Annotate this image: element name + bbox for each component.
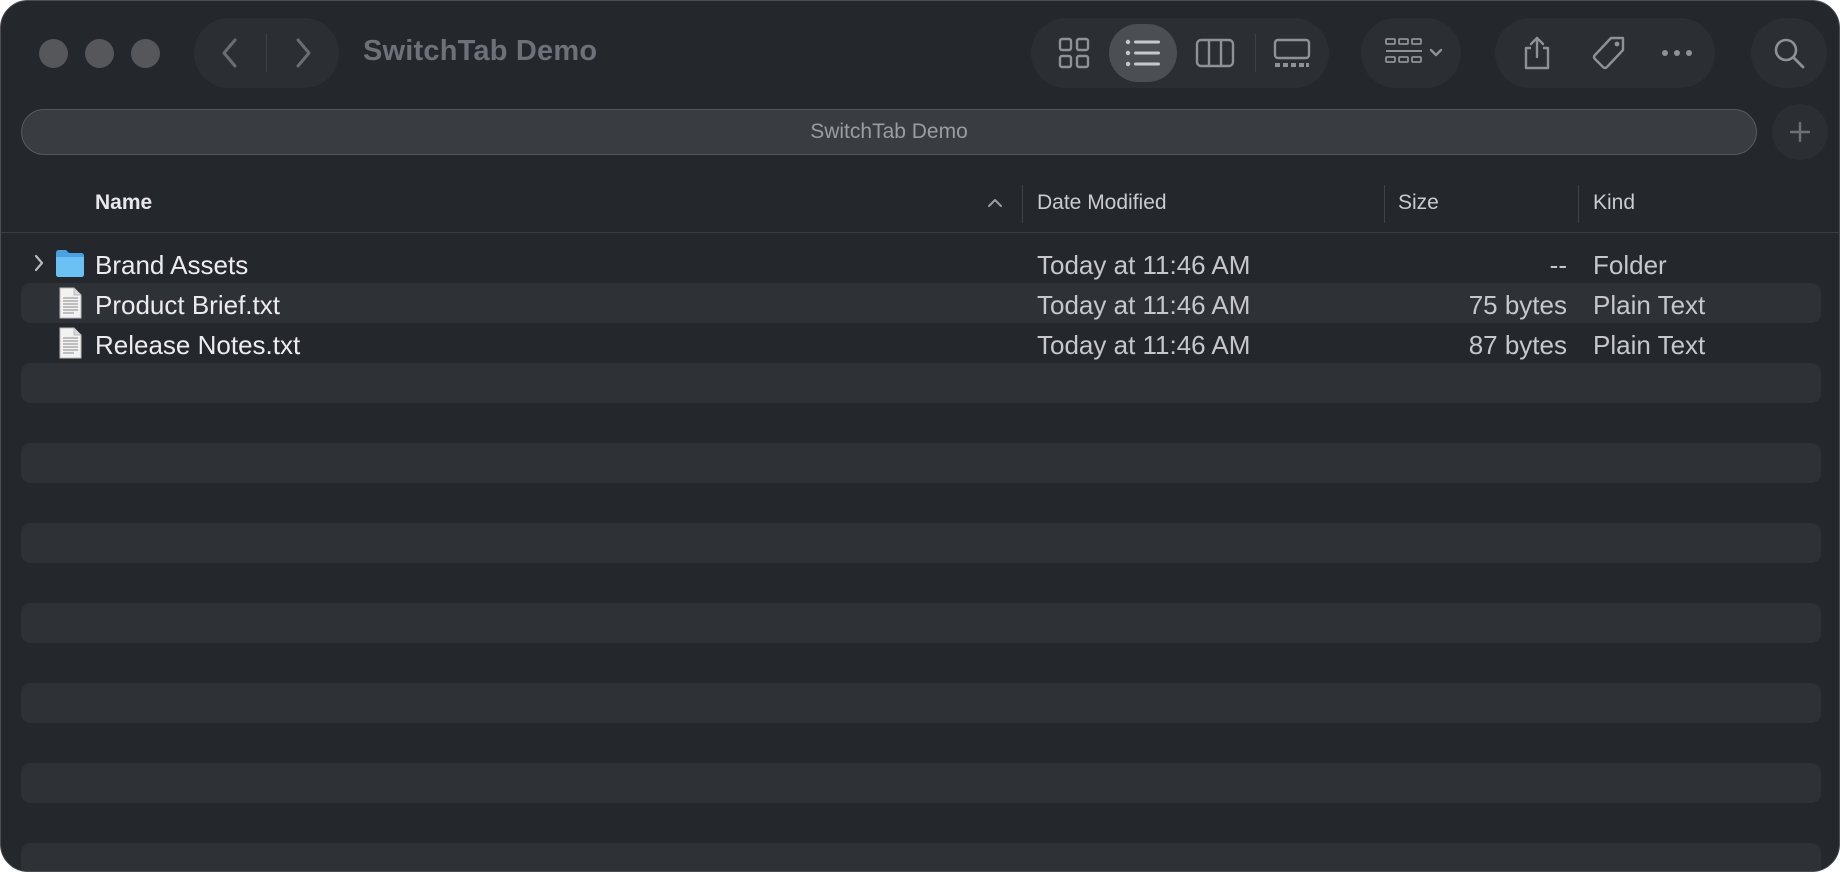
row-stripe bbox=[21, 443, 1821, 483]
gallery-icon bbox=[1273, 38, 1311, 67]
close-window-button[interactable] bbox=[39, 39, 68, 68]
header-separator bbox=[1, 232, 1839, 233]
row-stripe bbox=[21, 523, 1821, 563]
forward-button[interactable] bbox=[267, 18, 339, 88]
chevron-right-icon bbox=[296, 38, 311, 68]
text-document-icon bbox=[59, 327, 82, 359]
group-by-control[interactable] bbox=[1361, 18, 1461, 88]
add-tab-button[interactable] bbox=[1772, 104, 1828, 160]
icon-view-button[interactable] bbox=[1043, 24, 1105, 82]
file-kind: Plain Text bbox=[1593, 290, 1706, 320]
folder-icon bbox=[56, 250, 84, 277]
group-grid-icon bbox=[1385, 38, 1422, 63]
row-stripe bbox=[21, 363, 1821, 403]
file-name: Product Brief.txt bbox=[95, 290, 280, 320]
chevron-up-icon[interactable] bbox=[987, 197, 1003, 209]
view-switcher bbox=[1031, 18, 1329, 88]
row-stripe bbox=[21, 763, 1821, 803]
plus-icon bbox=[1789, 121, 1811, 143]
row-stripe bbox=[21, 683, 1821, 723]
file-name: Brand Assets bbox=[95, 250, 249, 280]
column-header-kind[interactable]: Kind bbox=[1593, 191, 1635, 215]
file-date-modified: Today at 11:46 AM bbox=[1037, 250, 1251, 280]
file-date-modified: Today at 11:46 AM bbox=[1037, 330, 1251, 360]
file-date-modified: Today at 11:46 AM bbox=[1037, 290, 1251, 320]
row-stripe bbox=[21, 843, 1821, 871]
file-kind: Plain Text bbox=[1593, 330, 1706, 360]
table-row[interactable]: Release Notes.txt Today at 11:46 AM 87 b… bbox=[1, 323, 1839, 363]
search-control bbox=[1751, 18, 1827, 88]
zoom-window-button[interactable] bbox=[131, 39, 160, 68]
chevron-left-icon bbox=[222, 38, 237, 68]
search-icon bbox=[1774, 38, 1805, 69]
column-view-button[interactable] bbox=[1183, 24, 1247, 82]
gallery-view-button[interactable] bbox=[1261, 24, 1323, 82]
group-by-button[interactable] bbox=[1379, 24, 1449, 82]
view-divider bbox=[1255, 34, 1256, 72]
column-divider[interactable] bbox=[1022, 185, 1023, 223]
window-title: SwitchTab Demo bbox=[363, 35, 598, 67]
tab-switchtab-demo[interactable]: SwitchTab Demo bbox=[21, 109, 1757, 155]
table-row[interactable]: Brand Assets Today at 11:46 AM -- Folder bbox=[1, 243, 1839, 283]
share-icon bbox=[1524, 36, 1550, 70]
ellipsis-icon bbox=[1662, 50, 1692, 56]
grid-icon bbox=[1058, 37, 1090, 69]
columns-icon bbox=[1195, 38, 1235, 68]
file-name: Release Notes.txt bbox=[95, 330, 301, 360]
column-divider[interactable] bbox=[1578, 185, 1579, 223]
column-header-size[interactable]: Size bbox=[1398, 191, 1439, 215]
file-kind: Folder bbox=[1593, 250, 1667, 280]
chevron-right-icon bbox=[34, 254, 44, 272]
disclosure-triangle[interactable] bbox=[29, 253, 49, 273]
list-view-button[interactable] bbox=[1109, 24, 1177, 82]
finder-window: SwitchTab Demo SwitchTab Demo Name Date … bbox=[0, 0, 1840, 872]
text-document-icon bbox=[59, 287, 82, 319]
minimize-window-button[interactable] bbox=[85, 39, 114, 68]
tab-label: SwitchTab Demo bbox=[810, 120, 968, 143]
column-header-date-modified[interactable]: Date Modified bbox=[1037, 191, 1167, 215]
list-icon bbox=[1125, 39, 1160, 67]
row-stripe bbox=[21, 603, 1821, 643]
more-actions-button[interactable] bbox=[1647, 24, 1707, 82]
tag-icon bbox=[1592, 36, 1625, 70]
column-divider[interactable] bbox=[1384, 185, 1385, 223]
file-size: 87 bytes bbox=[1468, 330, 1567, 360]
action-buttons bbox=[1495, 18, 1715, 88]
file-size: -- bbox=[1549, 250, 1567, 280]
navigation-controls bbox=[194, 18, 339, 88]
share-button[interactable] bbox=[1507, 24, 1567, 82]
column-header-name[interactable]: Name bbox=[95, 191, 152, 215]
table-row[interactable]: Product Brief.txt Today at 11:46 AM 75 b… bbox=[1, 283, 1839, 323]
search-button[interactable] bbox=[1757, 24, 1821, 82]
chevron-down-icon bbox=[1429, 48, 1443, 57]
back-button[interactable] bbox=[194, 18, 266, 88]
tag-button[interactable] bbox=[1579, 24, 1639, 82]
file-size: 75 bytes bbox=[1468, 290, 1567, 320]
